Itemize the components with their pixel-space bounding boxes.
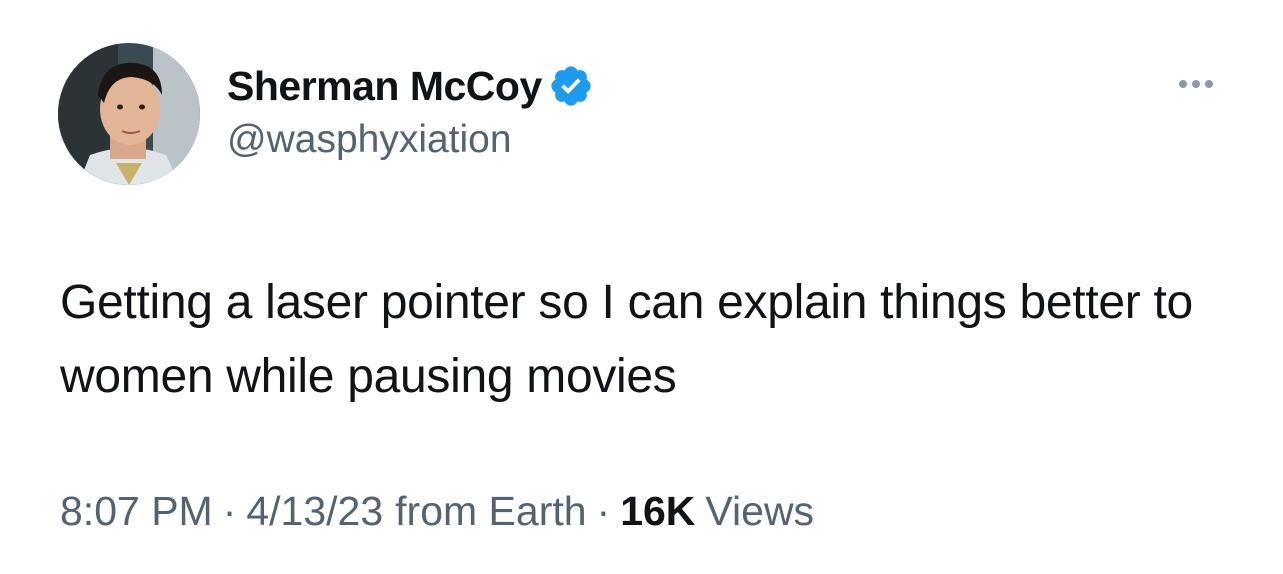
author-display-name[interactable]: Sherman McCoy: [227, 63, 542, 110]
author-block: Sherman McCoy @wasphyxiation: [227, 58, 594, 162]
author-handle[interactable]: @wasphyxiation: [227, 118, 594, 162]
verified-badge-icon: [548, 63, 594, 109]
more-options-button[interactable]: [1168, 64, 1224, 104]
tweet-text: Getting a laser pointer so I can explain…: [60, 276, 1193, 403]
tweet-date[interactable]: 4/13/23: [246, 488, 383, 535]
name-row: Sherman McCoy: [227, 58, 594, 114]
avatar-photo: [58, 43, 200, 185]
tweet-card: Sherman McCoy @wasphyxiation Getting a l…: [0, 0, 1283, 574]
tweet-timestamp[interactable]: 8:07 PM: [60, 488, 213, 535]
avatar[interactable]: [58, 43, 200, 185]
more-horizontal-icon: [1192, 80, 1200, 88]
tweet-source: from Earth: [395, 488, 587, 534]
more-horizontal-icon: [1205, 80, 1213, 88]
views-count: 16K: [620, 488, 696, 534]
views-label: Views: [705, 488, 815, 534]
meta-separator: ·: [596, 488, 611, 534]
tweet-meta: 8:07 PM · 4/13/23 from Earth · 16K Views: [60, 488, 814, 535]
meta-separator: ·: [222, 488, 237, 534]
more-horizontal-icon: [1179, 80, 1187, 88]
